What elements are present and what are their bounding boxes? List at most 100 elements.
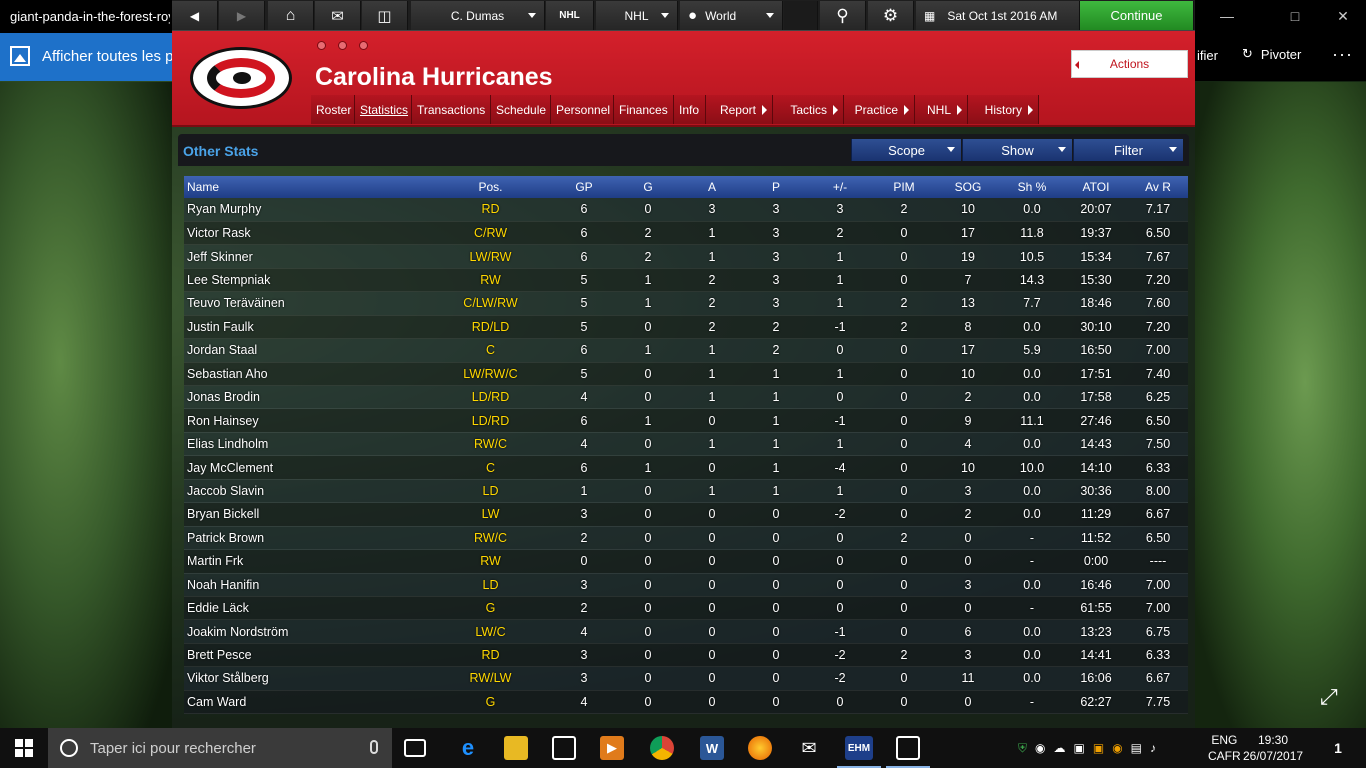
column-header[interactable]: P [744, 176, 808, 198]
back-arrow-icon[interactable]: ◀ [172, 1, 218, 30]
game-date[interactable]: ▦ Sat Oct 1st 2016 AM [916, 1, 1080, 30]
mail-icon[interactable]: ✉ [797, 736, 821, 760]
table-row[interactable]: Brett Pesce RD 3 0 0 0 -2 2 3 0.0 14:41 6.33 [184, 643, 1188, 668]
table-row[interactable]: Martin Frk RW 0 0 0 0 0 0 0-0:00 ---- [184, 549, 1188, 574]
tab-nhl[interactable]: NHL [915, 95, 968, 124]
tab-transactions[interactable]: Transactions [412, 95, 491, 124]
close-icon[interactable]: ✕ [1320, 0, 1366, 33]
store-icon[interactable] [552, 736, 576, 760]
column-header[interactable]: Sh % [1000, 176, 1064, 198]
forward-arrow-icon[interactable]: ▶ [219, 1, 265, 30]
tab-report[interactable]: Report [706, 95, 773, 124]
task-view-icon[interactable] [404, 739, 426, 757]
table-row[interactable]: Ryan Murphy RD 6 0 3 3 3 2 10 0.0 20:07 7.17 [184, 198, 1188, 222]
prev-icon[interactable] [317, 41, 326, 50]
player-name-cell[interactable]: Eddie Läck [184, 596, 429, 621]
table-row[interactable]: Patrick Brown RW/C 2 0 0 0 0 2 0-11:52 6.50 [184, 526, 1188, 551]
table-row[interactable]: Elias Lindholm RW/C 4 0 1 1 1 0 4 0.0 14:43 7.50 [184, 432, 1188, 457]
start-button[interactable] [0, 728, 48, 768]
league-logo-icon[interactable]: NHL [546, 1, 594, 30]
column-header[interactable]: ATOI [1064, 176, 1128, 198]
tab-statistics[interactable]: Statistics [355, 95, 412, 124]
actions-button[interactable]: Actions [1071, 50, 1188, 78]
column-header[interactable]: G [616, 176, 680, 198]
table-row[interactable]: Jordan Staal C 6 1 1 2 0 0 17 5.9 16:50 7.00 [184, 338, 1188, 363]
player-name-cell[interactable]: Jonas Brodin [184, 385, 429, 410]
inbox-icon[interactable]: ✉ [315, 1, 361, 30]
volume-icon[interactable]: ♪ [1150, 741, 1156, 755]
clock[interactable]: 19:30 26/07/2017 [1243, 732, 1303, 764]
microphone-icon[interactable] [370, 740, 378, 754]
filter-dropdown[interactable]: Filter [1073, 139, 1183, 161]
gear-icon[interactable]: ⚙ [868, 1, 914, 30]
firefox-icon[interactable] [748, 736, 772, 760]
defender-icon[interactable]: ⛨ [1018, 741, 1027, 756]
player-name-cell[interactable]: Brett Pesce [184, 643, 429, 668]
table-row[interactable]: Lee Stempniak RW 5 1 2 3 1 0 7 14.3 15:30 7.20 [184, 268, 1188, 293]
player-name-cell[interactable]: Joakim Nordström [184, 619, 429, 644]
tab-practice[interactable]: Practice [844, 95, 915, 124]
player-name-cell[interactable]: Jay McClement [184, 455, 429, 480]
column-header[interactable]: PIM [872, 176, 936, 198]
expand-icon[interactable]: ⤢ [1320, 684, 1338, 710]
show-all-photos-link[interactable]: Afficher toutes les p [42, 48, 173, 65]
file-explorer-icon[interactable] [504, 736, 528, 760]
world-dropdown[interactable]: ● World [680, 1, 783, 30]
table-row[interactable]: Sebastian Aho LW/RW/C 5 0 1 1 1 0 10 0.0 17:51 7.40 [184, 362, 1188, 387]
continue-button[interactable]: Continue [1080, 1, 1194, 30]
column-header[interactable]: Av R [1128, 176, 1188, 198]
action-center-icon[interactable]: 1 [1326, 736, 1350, 760]
viewer-show-all-bar[interactable]: Afficher toutes les p [0, 33, 173, 81]
player-name-cell[interactable]: Viktor Stålberg [184, 666, 429, 691]
table-row[interactable]: Ron Hainsey LD/RD 6 1 0 1 -1 0 9 11.1 27:46 6.50 [184, 408, 1188, 433]
player-name-cell[interactable]: Ryan Murphy [184, 198, 429, 222]
player-name-cell[interactable]: Jaccob Slavin [184, 479, 429, 504]
tab-finances[interactable]: Finances [614, 95, 674, 124]
show-dropdown[interactable]: Show [962, 139, 1072, 161]
table-row[interactable]: Joakim Nordström LW/C 4 0 0 0 -1 0 6 0.0 13:23 6.75 [184, 619, 1188, 644]
tray-app-icon-3[interactable]: ◉ [1112, 741, 1122, 755]
tab-schedule[interactable]: Schedule [491, 95, 551, 124]
player-name-cell[interactable]: Bryan Bickell [184, 502, 429, 527]
player-name-cell[interactable]: Martin Frk [184, 549, 429, 574]
league-dropdown[interactable]: NHL [596, 1, 678, 30]
manager-dropdown[interactable]: C. Dumas [411, 1, 545, 30]
tray-app-icon-2[interactable]: ▣ [1093, 741, 1104, 755]
home-icon[interactable]: ⌂ [268, 1, 314, 30]
chrome-icon[interactable] [650, 736, 674, 760]
player-name-cell[interactable]: Sebastian Aho [184, 362, 429, 387]
table-row[interactable]: Jonas Brodin LD/RD 4 0 1 1 0 0 2 0.0 17:58 6.25 [184, 385, 1188, 410]
tab-personnel[interactable]: Personnel [551, 95, 614, 124]
table-row[interactable]: Jaccob Slavin LD 1 0 1 1 1 0 3 0.0 30:36 8.00 [184, 479, 1188, 504]
player-name-cell[interactable]: Cam Ward [184, 690, 429, 715]
player-name-cell[interactable]: Jordan Staal [184, 338, 429, 363]
network-icon[interactable]: ▤ [1131, 741, 1142, 755]
table-row[interactable]: Jeff Skinner LW/RW 6 2 1 3 1 0 19 10.5 15:34 7.67 [184, 244, 1188, 269]
player-name-cell[interactable]: Ron Hainsey [184, 408, 429, 433]
next-icon[interactable] [359, 41, 368, 50]
search-icon[interactable]: ⚲ [820, 1, 866, 30]
edit-button[interactable]: ifier [1197, 48, 1218, 63]
tab-history[interactable]: History [968, 95, 1039, 124]
player-name-cell[interactable]: Lee Stempniak [184, 268, 429, 293]
language-indicator[interactable]: ENG CAFR [1208, 732, 1241, 764]
table-row[interactable]: Eddie Läck G 2 0 0 0 0 0 0-61:55 7.00 [184, 596, 1188, 621]
column-header[interactable]: +/- [808, 176, 872, 198]
player-name-cell[interactable]: Teuvo Teräväinen [184, 291, 429, 316]
taskbar-search[interactable]: Taper ici pour rechercher [48, 728, 392, 768]
table-row[interactable]: Victor Rask C/RW 6 2 1 3 2 0 17 11.8 19:37 6.50 [184, 221, 1188, 246]
menu-icon[interactable] [338, 41, 347, 50]
player-name-cell[interactable]: Victor Rask [184, 221, 429, 246]
table-row[interactable]: Noah Hanifin LD 3 0 0 0 0 0 3 0.0 16:46 7.00 [184, 573, 1188, 597]
player-name-cell[interactable]: Justin Faulk [184, 315, 429, 340]
rotate-button[interactable]: ↻ Pivoter [1242, 46, 1301, 62]
cloud-icon[interactable]: ☁ [1054, 741, 1066, 755]
player-name-cell[interactable]: Elias Lindholm [184, 432, 429, 457]
maximize-icon[interactable]: □ [1272, 0, 1318, 33]
scope-dropdown[interactable]: Scope [851, 139, 961, 161]
player-name-cell[interactable]: Jeff Skinner [184, 244, 429, 269]
tray-app-icon[interactable]: ▣ [1074, 741, 1085, 755]
more-options-icon[interactable]: ··· [1332, 44, 1353, 65]
edge-icon[interactable]: e [456, 735, 480, 760]
ehm-app-icon[interactable]: EHM [845, 736, 873, 760]
